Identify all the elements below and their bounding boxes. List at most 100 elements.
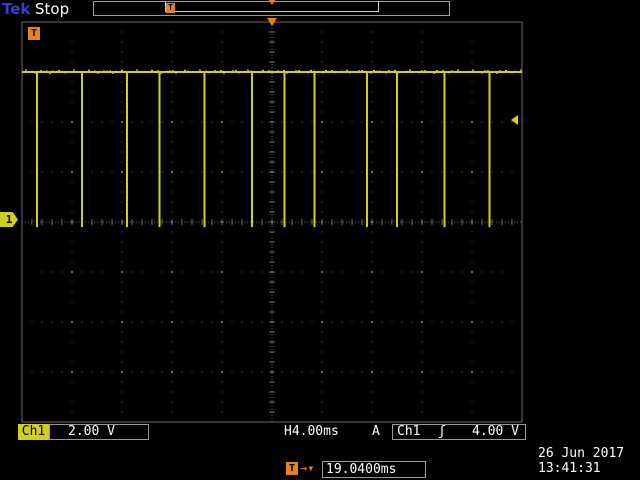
trace-noise: [394, 69, 396, 71]
grid-dot: [171, 301, 173, 303]
grid-dot: [471, 401, 473, 403]
grid-dot: [121, 351, 123, 353]
grid-cross: [221, 371, 223, 373]
grid-dot: [321, 91, 323, 93]
grid-dot: [121, 211, 123, 213]
trace-noise: [490, 70, 492, 73]
grid-dot: [471, 391, 473, 393]
grid-dot: [71, 301, 73, 303]
grid-dot: [371, 51, 373, 53]
trace-noise: [355, 71, 357, 73]
grid-dot: [171, 151, 173, 153]
grid-dot: [101, 321, 103, 323]
grid-dot: [221, 311, 223, 313]
grid-dot: [251, 371, 253, 373]
ch1-label[interactable]: Ch1: [18, 424, 49, 440]
grid-dot: [171, 251, 173, 253]
grid-dot: [71, 101, 73, 103]
grid-dot: [181, 271, 183, 273]
trace-noise: [112, 72, 114, 74]
grid-dot: [211, 171, 213, 173]
trace-noise: [433, 72, 435, 74]
trace-noise: [499, 70, 501, 72]
grid-dot: [131, 371, 133, 373]
trace-noise: [28, 71, 30, 73]
grid-dot: [301, 271, 303, 273]
grid-dot: [511, 321, 513, 323]
grid-dot: [471, 311, 473, 313]
grid-dot: [171, 191, 173, 193]
trace-noise: [358, 70, 360, 72]
grid-dot: [421, 381, 423, 383]
trigger-source: Ch1: [397, 424, 421, 439]
grid-dot: [421, 261, 423, 263]
grid-dot: [161, 321, 163, 323]
grid-dot: [421, 391, 423, 393]
grid-dot: [401, 171, 403, 173]
trigger-point-icon: T: [28, 27, 40, 40]
record-trigger-icon: T: [166, 3, 175, 13]
grid-cross: [71, 271, 73, 273]
grid-dot: [401, 321, 403, 323]
grid-dot: [231, 121, 233, 123]
trigger-position-marker-icon[interactable]: [267, 18, 277, 26]
grid-dot: [371, 381, 373, 383]
grid-dot: [201, 121, 203, 123]
trace-noise: [25, 69, 27, 71]
grid-dot: [471, 341, 473, 343]
grid-dot: [221, 111, 223, 113]
trace-noise: [430, 71, 432, 73]
trace-noise: [91, 71, 93, 73]
grid-cross: [321, 321, 323, 323]
grid-cross: [421, 271, 423, 273]
grid-dot: [221, 161, 223, 163]
trace-noise: [184, 69, 186, 71]
grid-dot: [411, 121, 413, 123]
grid-dot: [371, 61, 373, 63]
trace-noise: [37, 70, 39, 73]
trace-noise: [268, 70, 270, 72]
grid-dot: [321, 311, 323, 313]
grid-dot: [321, 191, 323, 193]
grid-dot: [321, 211, 323, 213]
grid-dot: [421, 51, 423, 53]
grid-dot: [121, 291, 123, 293]
grid-dot: [111, 171, 113, 173]
grid-dot: [341, 171, 343, 173]
grid-dot: [221, 281, 223, 283]
grid-dot: [171, 181, 173, 183]
grid-dot: [421, 231, 423, 233]
grid-dot: [141, 321, 143, 323]
trigger-mode: A: [372, 424, 380, 439]
grid-dot: [371, 101, 373, 103]
grid-dot: [221, 81, 223, 83]
trace-noise: [181, 71, 183, 73]
grid-dot: [371, 81, 373, 83]
grid-dot: [231, 171, 233, 173]
grid-dot: [311, 271, 313, 273]
trace-noise: [346, 69, 348, 71]
grid-dot: [491, 121, 493, 123]
grid-dot: [181, 371, 183, 373]
grid-dot: [171, 241, 173, 243]
grid-dot: [121, 51, 123, 53]
trace-noise: [199, 69, 201, 71]
grid-dot: [181, 171, 183, 173]
grid-dot: [471, 101, 473, 103]
trigger-level-marker-icon[interactable]: [511, 115, 518, 125]
grid-dot: [481, 121, 483, 123]
trace-noise: [277, 70, 279, 72]
grid-dot: [421, 301, 423, 303]
grid-dot: [341, 121, 343, 123]
grid-dot: [321, 361, 323, 363]
grid-dot: [121, 101, 123, 103]
grid-dot: [371, 241, 373, 243]
grid-dot: [341, 371, 343, 373]
trace-noise: [232, 70, 234, 72]
grid-dot: [191, 121, 193, 123]
trace-noise: [226, 71, 228, 73]
grid-dot: [411, 321, 413, 323]
grid-dot: [201, 371, 203, 373]
trace-noise: [508, 71, 510, 73]
grid-dot: [61, 121, 63, 123]
